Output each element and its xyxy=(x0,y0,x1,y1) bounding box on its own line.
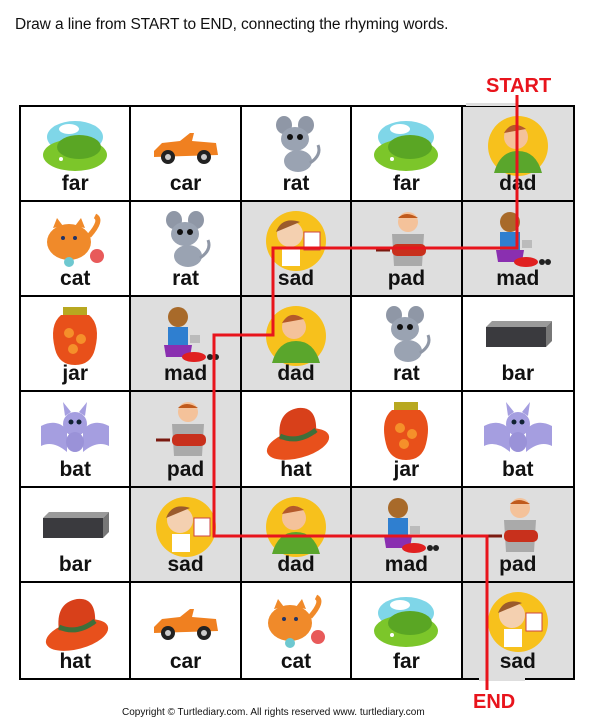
grid-cell[interactable]: rat xyxy=(131,202,242,298)
cell-word: cat xyxy=(60,267,91,291)
grid-cell[interactable]: dad xyxy=(241,297,353,393)
grid-cell[interactable]: dad xyxy=(462,107,573,203)
cell-word: mad xyxy=(164,362,208,386)
grid-cell[interactable]: hat xyxy=(21,582,132,678)
dad-icon xyxy=(260,496,332,558)
start-opening xyxy=(466,103,516,106)
bat-icon xyxy=(482,400,554,462)
bar-icon xyxy=(39,496,111,558)
cell-word: pad xyxy=(499,552,537,576)
cell-word: far xyxy=(61,172,89,196)
grid-cell[interactable]: mad xyxy=(352,487,463,583)
grid-cell[interactable]: far xyxy=(21,107,132,203)
car-icon xyxy=(150,115,222,177)
pad-boy-icon xyxy=(370,210,442,272)
mad-kid-icon xyxy=(482,210,554,272)
hill-icon xyxy=(39,115,111,177)
dad-icon xyxy=(260,305,332,367)
instruction-text: Draw a line from START to END, connectin… xyxy=(15,16,449,33)
mad-kid-icon xyxy=(370,496,442,558)
start-label: START xyxy=(486,75,552,97)
cell-word: mad xyxy=(496,267,540,291)
cell-word: rat xyxy=(392,362,420,386)
sad-boy-icon xyxy=(260,210,332,272)
cell-word: jar xyxy=(62,362,89,386)
cell-word: hat xyxy=(280,457,312,481)
rat-icon xyxy=(260,115,332,177)
rat-icon xyxy=(370,305,442,367)
sad-boy-icon xyxy=(482,591,554,653)
cell-word: far xyxy=(392,172,420,196)
cell-word: cat xyxy=(280,649,312,673)
cell-word: pad xyxy=(387,267,426,291)
bar-icon xyxy=(482,305,554,367)
end-opening xyxy=(479,678,525,681)
end-label: END xyxy=(473,691,516,713)
cell-word: rat xyxy=(172,267,200,291)
grid-cell[interactable]: pad xyxy=(352,202,463,298)
grid-cell[interactable]: sad xyxy=(241,202,353,298)
cell-word: jar xyxy=(393,457,420,481)
sad-boy-icon xyxy=(150,496,222,558)
copyright-text: Copyright © Turtlediary.com. All rights … xyxy=(122,707,425,718)
cell-word: bar xyxy=(501,362,535,386)
cell-word: far xyxy=(392,649,420,673)
grid-cell[interactable]: mad xyxy=(462,202,573,298)
pad-boy-icon xyxy=(482,496,554,558)
grid-cell[interactable]: car xyxy=(131,582,242,678)
cat-icon xyxy=(39,210,111,272)
grid-cell[interactable]: bar xyxy=(21,487,132,583)
cell-word: rat xyxy=(282,172,310,196)
rat-icon xyxy=(150,210,222,272)
cell-word: dad xyxy=(499,172,537,196)
grid-cell[interactable]: rat xyxy=(352,297,463,393)
cat-icon xyxy=(260,591,332,653)
grid-cell[interactable]: pad xyxy=(462,487,573,583)
cell-word: bar xyxy=(58,552,92,576)
car-icon xyxy=(150,591,222,653)
grid-cell[interactable]: far xyxy=(352,107,463,203)
maze-grid: far car rat far dad cat rat sad pad mad jar mad dad r… xyxy=(19,105,575,680)
cell-word: pad xyxy=(166,457,205,481)
grid-cell[interactable]: cat xyxy=(241,582,353,678)
grid-cell[interactable]: jar xyxy=(352,392,463,488)
grid-cell[interactable]: rat xyxy=(241,107,353,203)
jar-icon xyxy=(370,400,442,462)
hat-icon xyxy=(260,400,332,462)
grid-cell[interactable]: dad xyxy=(241,487,353,583)
cell-word: bat xyxy=(502,457,534,481)
cell-word: dad xyxy=(277,362,315,386)
grid-cell[interactable]: hat xyxy=(241,392,353,488)
cell-word: sad xyxy=(167,552,204,576)
cell-word: car xyxy=(169,649,202,673)
cell-word: car xyxy=(169,172,202,196)
grid-cell[interactable]: jar xyxy=(21,297,132,393)
grid-cell[interactable]: pad xyxy=(131,392,242,488)
hill-icon xyxy=(370,115,442,177)
pad-boy-icon xyxy=(150,400,222,462)
bat-icon xyxy=(39,400,111,462)
grid-cell[interactable]: cat xyxy=(21,202,132,298)
grid-cell[interactable]: sad xyxy=(131,487,242,583)
cell-word: sad xyxy=(277,267,315,291)
grid-cell[interactable]: car xyxy=(131,107,242,203)
cell-word: dad xyxy=(277,552,315,576)
mad-kid-icon xyxy=(150,305,222,367)
dad-icon xyxy=(482,115,554,177)
cell-word: hat xyxy=(59,649,91,673)
grid-cell[interactable]: sad xyxy=(462,582,573,678)
cell-word: mad xyxy=(384,552,428,576)
hat-icon xyxy=(39,591,111,653)
grid-cell[interactable]: bat xyxy=(21,392,132,488)
hill-icon xyxy=(370,591,442,653)
cell-word: sad xyxy=(499,649,536,673)
grid-cell[interactable]: mad xyxy=(131,297,242,393)
grid-cell[interactable]: far xyxy=(352,582,463,678)
cell-word: bat xyxy=(59,457,91,481)
grid-cell[interactable]: bat xyxy=(462,392,573,488)
jar-icon xyxy=(39,305,111,367)
grid-cell[interactable]: bar xyxy=(462,297,573,393)
